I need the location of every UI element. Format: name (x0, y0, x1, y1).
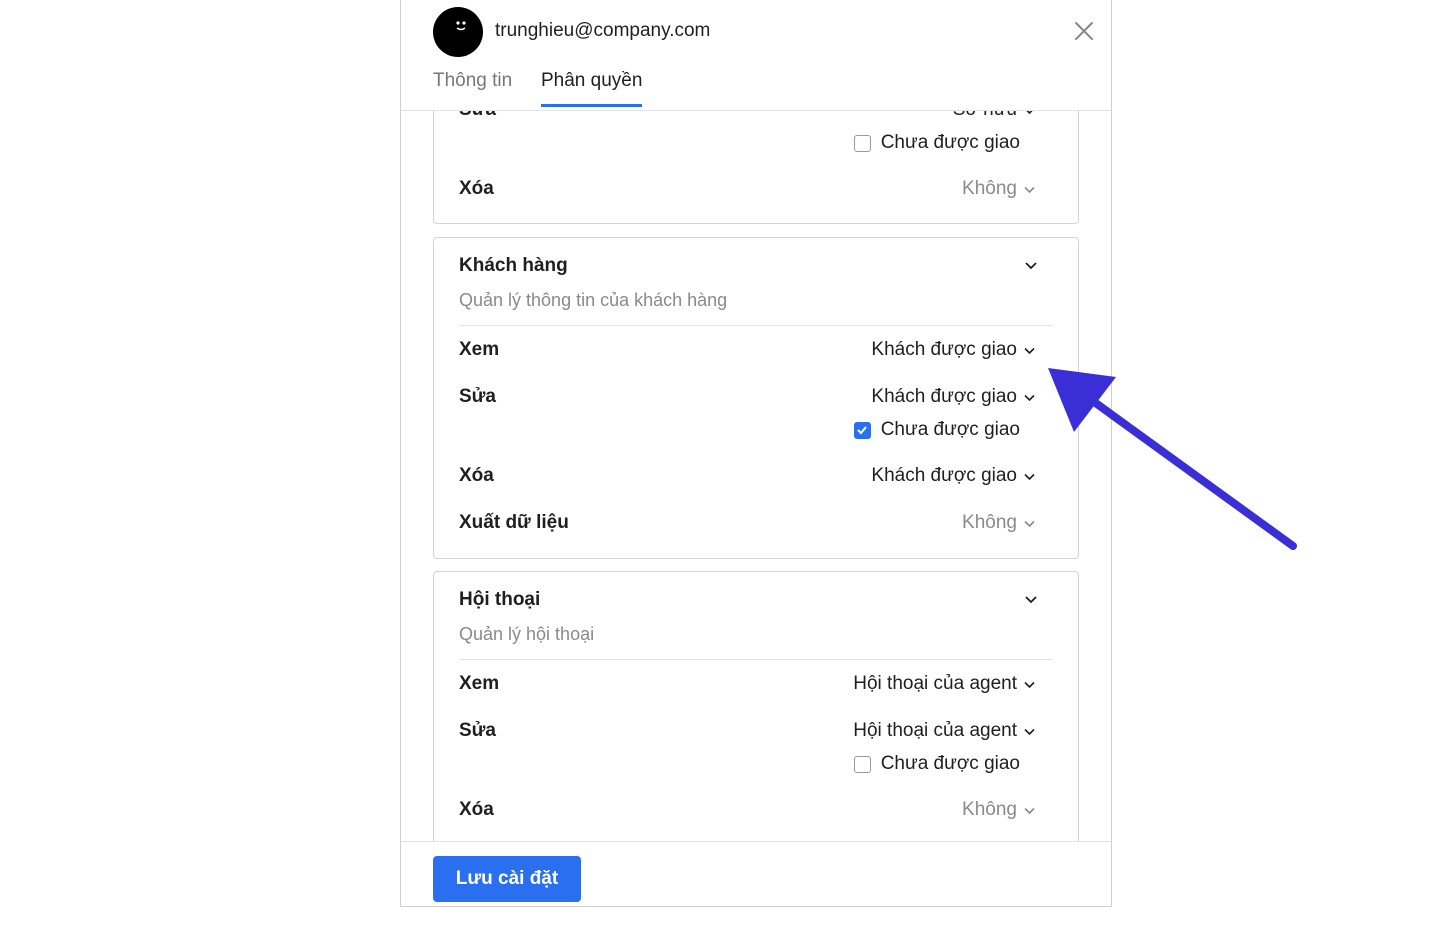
perm-select-edit[interactable]: Hội thoại của agent (853, 720, 1036, 742)
perm-select-export[interactable]: Không (962, 512, 1036, 534)
tab-permissions[interactable]: Phân quyền (541, 70, 643, 107)
collapse-chevron-icon[interactable] (1024, 592, 1038, 606)
perm-select-value: Không (962, 512, 1017, 533)
perm-select-value: Sở hữu (953, 110, 1017, 121)
avatar (433, 7, 483, 57)
perm-select-value: Không (962, 178, 1017, 199)
panel-header: trunghieu@company.com Thông tin Phân quy… (401, 0, 1111, 111)
perm-label-view: Xem (459, 673, 500, 694)
user-email: trunghieu@company.com (495, 20, 711, 41)
chevron-down-icon (1024, 394, 1035, 401)
checkbox[interactable] (853, 755, 871, 773)
permission-card-conversations: Hội thoại Quản lý hội thoại Xem Hội thoạ… (433, 571, 1079, 841)
perm-label-export: Xuất dữ liệu (459, 512, 569, 533)
card-title: Khách hàng (459, 255, 568, 276)
perm-select-delete[interactable]: Không (962, 178, 1036, 200)
unassigned-checkbox-row[interactable]: Chưa được giao (853, 753, 1020, 775)
perm-label-delete: Xóa (459, 799, 494, 820)
unassigned-checkbox-row[interactable]: Chưa được giao (853, 132, 1020, 154)
perm-label-delete: Xóa (459, 465, 494, 486)
perm-select-view[interactable]: Khách được giao (871, 339, 1036, 361)
chevron-down-icon (1024, 186, 1035, 193)
unassigned-checkbox-row[interactable]: Chưa được giao (853, 419, 1020, 441)
checkbox-label: Chưa được giao (880, 419, 1020, 440)
checkbox-label: Chưa được giao (880, 753, 1020, 774)
perm-label-view: Xem (459, 339, 500, 360)
checkbox[interactable] (853, 134, 871, 152)
perm-label-delete: Xóa (459, 178, 494, 199)
perm-select-value: Khách được giao (871, 386, 1017, 407)
perm-label-edit: Sửa (459, 386, 496, 407)
perm-select-value: Khách được giao (871, 339, 1017, 360)
perm-label-edit: Sửa (459, 720, 496, 741)
card-title: Hội thoại (459, 589, 541, 610)
card-divider (459, 659, 1053, 660)
perm-label-edit: Sửa (459, 110, 496, 121)
close-icon[interactable] (1071, 18, 1097, 44)
collapse-chevron-icon[interactable] (1024, 258, 1038, 272)
panel-footer: Lưu cài đặt (401, 841, 1111, 906)
perm-select-value: Hội thoại của agent (853, 673, 1017, 694)
chevron-down-icon (1024, 473, 1035, 480)
permission-card-previous: Sửa Sở hữu Chưa được giao Xóa Không (433, 110, 1079, 224)
perm-select-delete[interactable]: Khách được giao (871, 465, 1036, 487)
save-settings-button[interactable]: Lưu cài đặt (433, 856, 581, 902)
perm-select-value: Khách được giao (871, 465, 1017, 486)
chevron-down-icon (1024, 520, 1035, 527)
perm-select-edit[interactable]: Sở hữu (953, 110, 1036, 121)
permission-card-customers: Khách hàng Quản lý thông tin của khách h… (433, 237, 1079, 559)
chevron-down-icon (1024, 347, 1035, 354)
checkbox-label: Chưa được giao (880, 132, 1020, 153)
checkbox-checked[interactable] (853, 421, 871, 439)
perm-select-value: Không (962, 799, 1017, 820)
user-permission-panel: trunghieu@company.com Thông tin Phân quy… (400, 0, 1112, 907)
chevron-down-icon (1024, 681, 1035, 688)
card-subtitle: Quản lý thông tin của khách hàng (459, 290, 728, 310)
perm-select-value: Hội thoại của agent (853, 720, 1017, 741)
card-subtitle: Quản lý hội thoại (459, 624, 595, 644)
perm-select-view[interactable]: Hội thoại của agent (853, 673, 1036, 695)
checkmark-icon (856, 425, 867, 434)
perm-select-delete[interactable]: Không (962, 799, 1036, 821)
card-divider (459, 325, 1053, 326)
permissions-scroll-area[interactable]: Sửa Sở hữu Chưa được giao Xóa Không Khác… (401, 110, 1111, 841)
annotation-arrow-icon (1048, 368, 1297, 550)
chevron-down-icon (1024, 807, 1035, 814)
chevron-down-icon (1024, 728, 1035, 735)
perm-select-edit[interactable]: Khách được giao (871, 386, 1036, 408)
tab-info[interactable]: Thông tin (433, 70, 512, 104)
